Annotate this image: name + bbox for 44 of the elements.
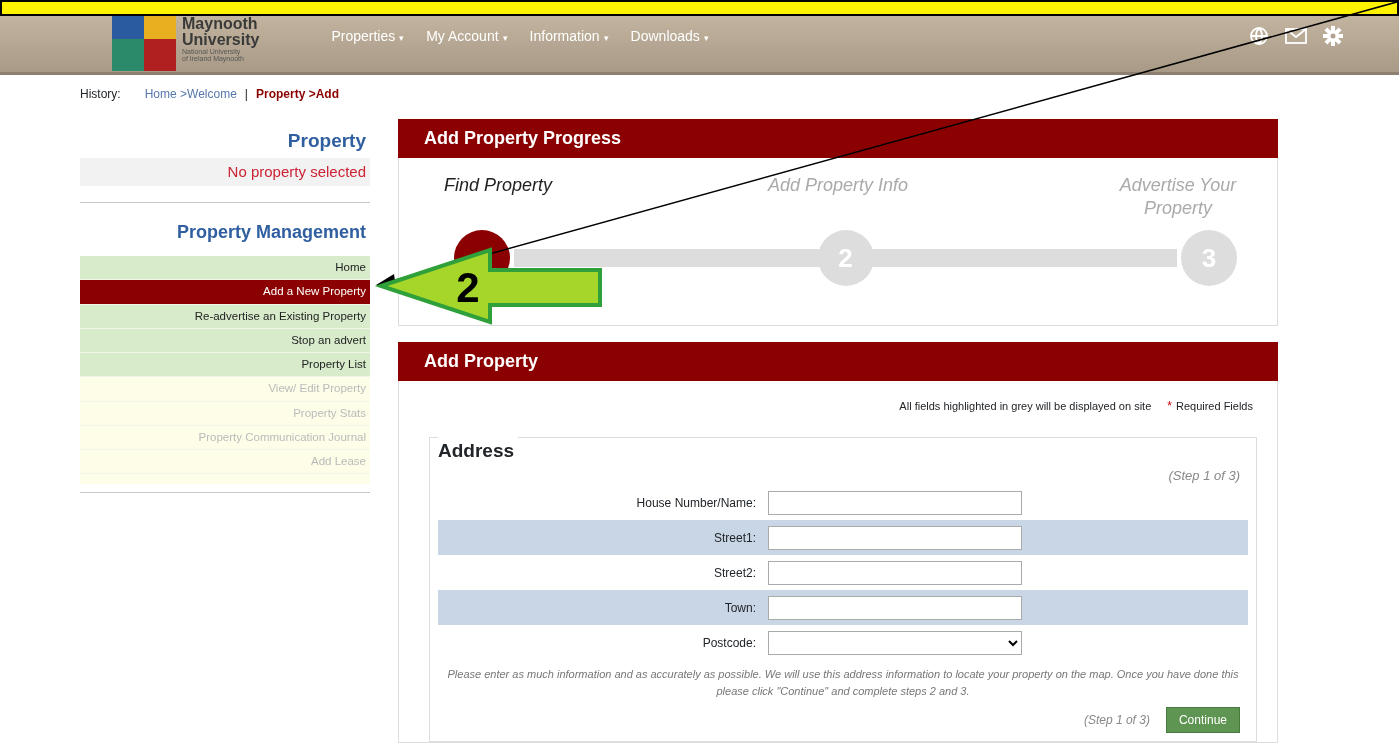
- history-label: History:: [80, 87, 121, 101]
- required-mark: *: [1167, 399, 1172, 413]
- field-label: Street2:: [712, 564, 757, 582]
- status-text: No property selected: [80, 157, 370, 186]
- mail-icon[interactable]: [1285, 28, 1307, 44]
- sidebar-item[interactable]: Home: [80, 256, 370, 281]
- input-field[interactable]: [768, 490, 1022, 515]
- logo-text: University: [182, 32, 260, 48]
- field-label: Postcode:: [701, 634, 757, 652]
- sidebar-item[interactable]: Property List: [80, 353, 370, 378]
- callout-number: 2: [456, 264, 480, 311]
- help-text: Please enter as much information and as accurately as possible. We will use this address information to locate your property on the map. Once you have done this please click "Continue" and complete steps 2 and 3.: [446, 667, 1240, 699]
- required-label: Required Fields: [1175, 400, 1253, 412]
- postcode-select[interactable]: [768, 630, 1022, 655]
- field-label: House Number/Name:: [635, 494, 757, 512]
- sidebar-item[interactable]: Stop an advert: [80, 328, 370, 353]
- section-title: Property: [286, 129, 367, 153]
- input-field[interactable]: [768, 525, 1022, 550]
- logo-text: Maynooth: [182, 16, 258, 32]
- step-label: Find Property: [443, 174, 552, 197]
- input-field[interactable]: [768, 595, 1022, 620]
- separator: |: [244, 87, 248, 101]
- field-label: Town:: [723, 599, 757, 617]
- continue-button[interactable]: Continue: [1165, 707, 1240, 733]
- step-indicator: (Step 1 of 3): [1083, 712, 1150, 729]
- sidebar-item: Property Stats: [80, 401, 370, 426]
- sidebar-item: View/ Edit Property: [80, 377, 370, 402]
- breadcrumb-link[interactable]: Property >Add: [255, 87, 339, 101]
- sidebar-item: Property Communication Journal: [80, 425, 370, 450]
- input-field[interactable]: [768, 560, 1022, 585]
- step-indicator: (Step 1 of 3): [1167, 466, 1241, 485]
- globe-icon[interactable]: [1249, 26, 1269, 46]
- sidebar-item: Add Lease: [80, 450, 370, 475]
- sidebar-item[interactable]: Add a New Property: [80, 280, 370, 305]
- step-label: Advertise Your Property: [1118, 174, 1238, 221]
- field-label: Street1:: [712, 529, 757, 547]
- sidebar-item[interactable]: Re-advertise an Existing Property: [80, 304, 370, 329]
- panel-header: Add Property Progress: [398, 119, 1278, 158]
- info-text: All fields highlighted in grey will be displayed on site: [899, 400, 1152, 412]
- step-label: Add Property Info: [767, 174, 909, 197]
- settings-icon[interactable]: [1323, 26, 1343, 46]
- breadcrumb-link[interactable]: Home >Welcome: [144, 87, 237, 101]
- panel-header: Add Property: [398, 342, 1278, 381]
- section-title: Property Management: [175, 221, 367, 244]
